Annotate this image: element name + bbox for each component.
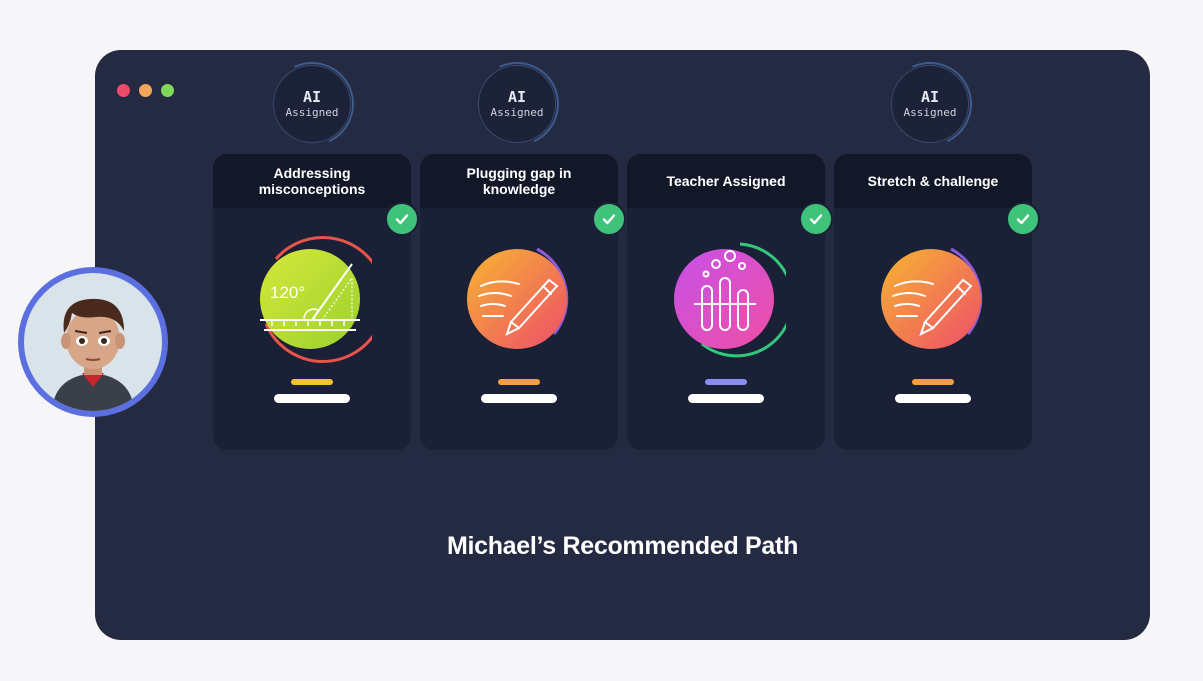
pen-writing-icon (459, 234, 579, 364)
ai-badge-sublabel: Assigned (490, 105, 544, 119)
pen-writing-icon (873, 234, 993, 364)
check-icon (592, 202, 626, 236)
page-title: Michael’s Recommended Path (446, 532, 799, 560)
ai-assigned-badge: AI Assigned (891, 65, 969, 143)
window-close-button[interactable] (117, 84, 130, 97)
check-icon (1006, 202, 1040, 236)
angle-label: 120° (270, 283, 305, 302)
check-icon (799, 202, 833, 236)
card-bar (688, 394, 764, 403)
card-title: Stretch & challenge (834, 154, 1032, 208)
card-bar (274, 394, 350, 403)
app-window: AI Assigned AI Assigned AI Assigned Addr… (95, 50, 1150, 640)
ai-assigned-badge: AI Assigned (273, 65, 351, 143)
window-maximize-button[interactable] (161, 84, 174, 97)
ai-assigned-badge: AI Assigned (478, 65, 556, 143)
card-bar (895, 394, 971, 403)
test-tubes-icon (666, 234, 794, 364)
path-card-misconceptions[interactable]: Addressing misconceptions 120° (213, 154, 419, 450)
ai-badge-label: AI (302, 87, 322, 106)
card-title: Plugging gap in knowledge (420, 154, 618, 208)
path-card-stretch-challenge[interactable]: Stretch & challenge (834, 154, 1040, 450)
progress-pill (705, 379, 747, 385)
student-avatar[interactable] (18, 267, 168, 417)
path-card-knowledge-gap[interactable]: Plugging gap in knowledge (420, 154, 626, 450)
card-title: Addressing misconceptions (213, 154, 411, 208)
ai-badge-label: AI (920, 87, 940, 106)
ai-badge-sublabel: Assigned (285, 105, 339, 119)
ai-badge-sublabel: Assigned (903, 105, 957, 119)
ai-badge-label: AI (507, 87, 527, 106)
progress-pill (498, 379, 540, 385)
student-avatar-icon (24, 273, 162, 411)
protractor-angle-icon: 120° (252, 234, 387, 364)
card-bar (481, 394, 557, 403)
check-icon (385, 202, 419, 236)
progress-pill (912, 379, 954, 385)
card-title: Teacher Assigned (627, 154, 825, 208)
path-card-teacher-assigned[interactable]: Teacher Assigned (627, 154, 833, 450)
window-minimize-button[interactable] (139, 84, 152, 97)
progress-pill (291, 379, 333, 385)
